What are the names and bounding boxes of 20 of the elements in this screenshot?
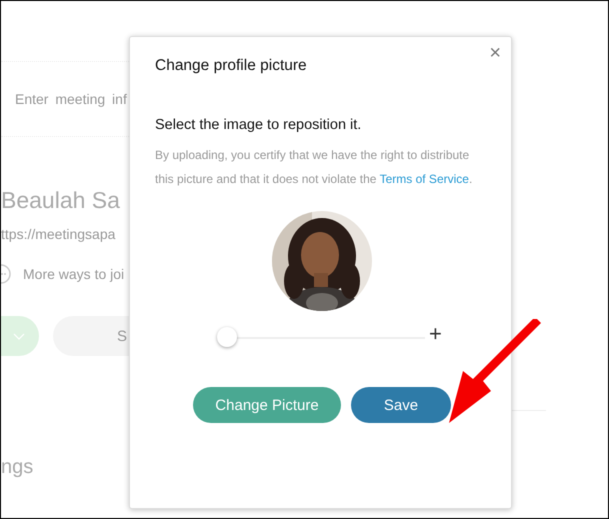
user-name: Beaulah Sa (1, 187, 121, 214)
meeting-link[interactable]: ttps://meetingsapa (1, 226, 129, 242)
start-button[interactable]: S (53, 316, 129, 356)
more-icon (1, 264, 11, 284)
zoom-slider[interactable] (217, 327, 425, 349)
instruction-heading: Select the image to reposition it. (155, 117, 362, 133)
change-picture-button[interactable]: Change Picture (193, 387, 341, 423)
terms-link[interactable]: Terms of Service (380, 172, 469, 186)
section-title: ngs (1, 456, 34, 479)
search-field[interactable]: Enter meeting inf (1, 62, 129, 137)
slider-thumb[interactable] (217, 327, 237, 347)
close-button[interactable]: × (489, 43, 501, 63)
join-button[interactable] (1, 316, 39, 356)
zoom-in-button[interactable]: + (429, 323, 442, 345)
chevron-icon (13, 332, 25, 340)
notice-text: By uploading, you certify that we have the right to distribute this picture and that it does not violate the Terms of Service. (155, 147, 474, 188)
dialog-title: Change profile picture (155, 57, 307, 75)
search-field-input[interactable]: Enter meeting inf (15, 91, 129, 107)
more-ways-link[interactable]: More ways to joi (23, 266, 124, 282)
save-button[interactable]: Save (351, 387, 451, 423)
